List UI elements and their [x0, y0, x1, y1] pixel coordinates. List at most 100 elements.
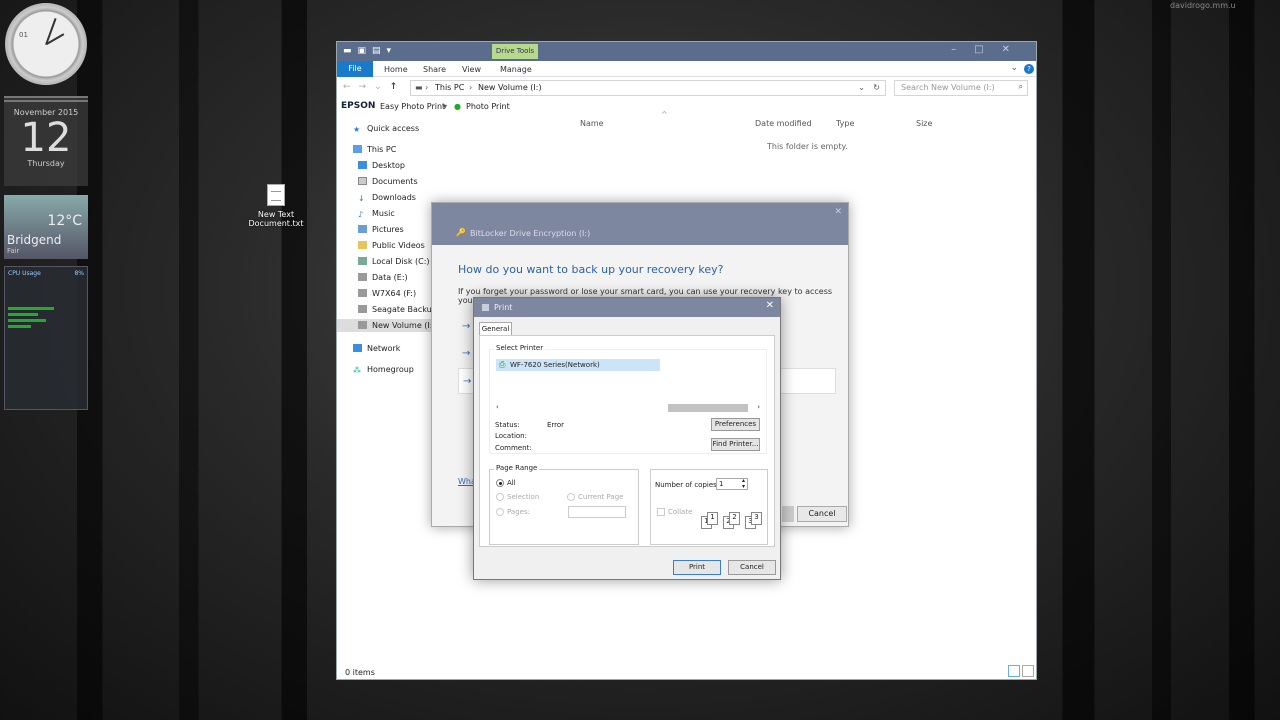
- next-button[interactable]: [782, 506, 794, 522]
- printer-list-item[interactable]: ⎙ WF-7620 Series(Network): [496, 359, 660, 371]
- folder-icon: [358, 241, 367, 249]
- scroll-right-icon[interactable]: ›: [757, 403, 760, 411]
- easy-photo-print-button[interactable]: Easy Photo Print: [380, 102, 445, 111]
- large-icons-view-icon[interactable]: [1022, 665, 1034, 677]
- radio-pages[interactable]: [496, 508, 504, 516]
- address-dropdown-icon[interactable]: ⌄: [858, 83, 865, 92]
- quick-access-toolbar[interactable]: ▬▣▤▾: [343, 46, 397, 56]
- tab-home[interactable]: Home: [384, 65, 408, 74]
- download-icon: ↓: [358, 194, 365, 203]
- collate-checkbox[interactable]: [657, 508, 665, 516]
- find-printer-button[interactable]: Find Printer...: [711, 438, 760, 451]
- print-panel: Select Printer ⎙ WF-7620 Series(Network)…: [479, 335, 775, 547]
- bitlocker-icon: 🔑: [456, 228, 466, 237]
- nav-item-quick-access[interactable]: ★ Quick access: [353, 124, 419, 134]
- nav-buttons[interactable]: ←→⌄↑: [343, 82, 405, 92]
- nav-label: Network: [367, 344, 401, 353]
- radio-selection[interactable]: [496, 493, 504, 501]
- location-label: Location:: [495, 432, 527, 440]
- nav-item-homegroup[interactable]: ⁂ Homegroup: [353, 365, 414, 375]
- network-icon: [353, 344, 362, 352]
- nav-item-this-pc[interactable]: This PC: [353, 145, 396, 154]
- radio-all[interactable]: [496, 479, 504, 487]
- nav-item-data-e[interactable]: Data (E:): [358, 273, 408, 282]
- cpu-title: CPU Usage: [8, 270, 41, 277]
- explorer-titlebar: ▬▣▤▾ Drive Tools –□✕: [337, 42, 1036, 61]
- print-titlebar: Print ✕: [474, 298, 780, 317]
- preferences-button[interactable]: Preferences: [711, 418, 760, 431]
- nav-label: Music: [372, 209, 395, 218]
- status-label: Status:: [495, 421, 520, 429]
- weather-gadget: 12°C Bridgend Fair: [4, 195, 88, 259]
- print-button[interactable]: Print: [673, 560, 721, 575]
- computer-icon: [353, 145, 362, 153]
- arrow-icon[interactable]: →: [462, 348, 470, 359]
- close-icon[interactable]: ✕: [834, 207, 842, 217]
- column-size[interactable]: Size: [916, 119, 932, 128]
- address-bar[interactable]: ▬ › This PC › New Volume (I:) ⌄ ↻: [410, 80, 886, 96]
- desktop-icon-text-document[interactable]: New Text Document.txt: [246, 184, 306, 228]
- cpu-bar: [8, 319, 46, 322]
- nav-item-desktop[interactable]: Desktop: [358, 161, 405, 170]
- weather-temp: 12°C: [47, 213, 82, 229]
- copies-stepper[interactable]: 1 ▴ ▾: [716, 478, 748, 490]
- nav-item-documents[interactable]: Documents: [358, 177, 418, 186]
- pages-input[interactable]: [568, 506, 626, 518]
- scroll-thumb[interactable]: [668, 404, 748, 412]
- status-value: Error: [547, 421, 565, 429]
- tab-manage[interactable]: Manage: [500, 65, 532, 74]
- close-icon[interactable]: ✕: [766, 300, 774, 311]
- photo-print-button[interactable]: Photo Print: [466, 102, 510, 111]
- tab-share[interactable]: Share: [423, 65, 446, 74]
- nav-item-new-volume-i[interactable]: New Volume (I:): [337, 319, 436, 332]
- page-range-group: Page Range All Selection Current Page Pa…: [489, 464, 639, 545]
- music-icon: ♪: [358, 210, 364, 219]
- column-type[interactable]: Type: [836, 119, 854, 128]
- nav-item-downloads[interactable]: ↓ Downloads: [358, 193, 416, 203]
- copies-value: 1: [719, 480, 724, 488]
- cpu-bar: [8, 307, 54, 310]
- text-file-icon: [267, 184, 285, 206]
- nav-item-network[interactable]: Network: [353, 344, 400, 353]
- bitlocker-question: How do you want to back up your recovery…: [458, 263, 724, 276]
- cpu-gadget: CPU Usage 8%: [4, 266, 88, 410]
- ribbon-expand-icon[interactable]: ⌄: [1010, 63, 1018, 73]
- column-name[interactable]: Name: [580, 119, 604, 128]
- stepper-arrows-icon[interactable]: ▴ ▾: [742, 478, 745, 490]
- print-title: Print: [494, 303, 513, 312]
- breadcrumb-chevron-icon: ›: [425, 83, 429, 92]
- dropdown-icon[interactable]: ▾: [443, 102, 447, 111]
- nav-item-w7x64-f[interactable]: W7X64 (F:): [358, 289, 416, 298]
- collate-label: Collate: [668, 508, 693, 516]
- select-printer-legend: Select Printer: [494, 344, 546, 352]
- nav-item-public-videos[interactable]: Public Videos: [358, 241, 425, 250]
- pictures-icon: [358, 225, 367, 233]
- help-icon[interactable]: ?: [1024, 64, 1034, 74]
- nav-item-pictures[interactable]: Pictures: [358, 225, 404, 234]
- horizontal-scrollbar[interactable]: ‹ ›: [496, 403, 760, 413]
- nav-label: Data (E:): [372, 273, 408, 282]
- drive-icon: ▬: [415, 83, 423, 92]
- nav-item-local-disk-c[interactable]: Local Disk (C:): [358, 257, 430, 266]
- nav-label: W7X64 (F:): [372, 289, 417, 298]
- tab-view[interactable]: View: [462, 65, 481, 74]
- print-cancel-button[interactable]: Cancel: [728, 560, 776, 575]
- weather-city: Bridgend: [7, 233, 62, 247]
- tab-file[interactable]: File: [337, 61, 373, 77]
- arrow-icon[interactable]: →: [462, 321, 470, 332]
- bitlocker-cancel-button[interactable]: Cancel: [797, 506, 847, 522]
- breadcrumb-new-volume[interactable]: New Volume (I:): [478, 83, 542, 92]
- refresh-icon[interactable]: ↻: [873, 83, 880, 92]
- breadcrumb-this-pc[interactable]: This PC: [435, 83, 464, 92]
- drive-icon: [358, 273, 367, 281]
- column-date-modified[interactable]: Date modified: [755, 119, 812, 128]
- bitlocker-titlebar: 🔑 BitLocker Drive Encryption (I:) ✕: [432, 203, 848, 245]
- details-view-icon[interactable]: [1008, 665, 1020, 677]
- radio-current-page[interactable]: [567, 493, 575, 501]
- search-input[interactable]: Search New Volume (I:) ⌕: [894, 80, 1028, 96]
- window-controls[interactable]: –□✕: [951, 44, 1028, 55]
- nav-item-music[interactable]: ♪ Music: [358, 209, 395, 219]
- sort-up-icon: ^: [661, 110, 668, 119]
- tab-general[interactable]: General: [479, 322, 512, 336]
- scroll-left-icon[interactable]: ‹: [496, 403, 499, 411]
